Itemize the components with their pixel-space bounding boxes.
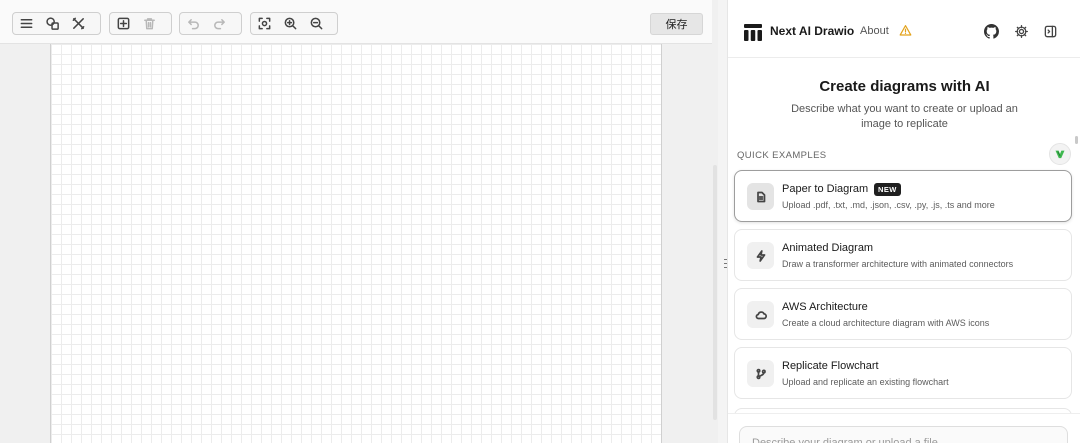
shapes-button[interactable]: [39, 13, 65, 34]
assistant-badge[interactable]: [1049, 143, 1071, 165]
app-title: Next AI Drawio: [770, 24, 855, 38]
fit-screen-icon: [258, 17, 270, 30]
redo-icon: [213, 19, 225, 30]
menu-button[interactable]: [13, 13, 39, 34]
panel-scrollbar[interactable]: [1075, 136, 1078, 144]
git-branch-icon: [755, 368, 766, 379]
zoom-in-button[interactable]: [277, 13, 303, 34]
zoom-out-button[interactable]: [303, 13, 329, 34]
example-card-animated-diagram[interactable]: Animated Diagram Draw a transformer arch…: [734, 229, 1072, 281]
check-badge-icon: [1055, 150, 1065, 159]
new-badge: NEW: [874, 183, 901, 196]
example-card-paper-to-diagram[interactable]: Paper to Diagram NEW Upload .pdf, .txt, …: [734, 170, 1072, 222]
warning-icon[interactable]: [899, 24, 912, 37]
card-description: Upload .pdf, .txt, .md, .json, .csv, .py…: [782, 200, 995, 210]
card-icon-container: [747, 183, 774, 210]
about-link[interactable]: About: [860, 25, 889, 37]
toolbar-group-zoom: [250, 12, 338, 35]
collapse-panel-button[interactable]: [1042, 23, 1058, 39]
save-button[interactable]: 保存: [650, 13, 703, 35]
logo-icon: [744, 24, 762, 41]
toolbar-group-edit: [109, 12, 172, 35]
plus-square-icon: [117, 17, 129, 30]
card-icon-container: [747, 301, 774, 328]
menu-icon: [20, 19, 32, 28]
github-button[interactable]: [983, 23, 999, 39]
panel-header: Next AI Drawio About: [728, 0, 1080, 58]
card-description: Create a cloud architecture diagram with…: [782, 318, 990, 328]
chat-input[interactable]: [739, 426, 1068, 443]
insert-button[interactable]: [110, 13, 136, 34]
card-title: Replicate Flowchart: [782, 360, 879, 372]
example-card-replicate-flowchart[interactable]: Replicate Flowchart Upload and replicate…: [734, 347, 1072, 399]
panel-resize-handle[interactable]: [718, 0, 727, 443]
editor-scrollbar-thumb[interactable]: [713, 165, 717, 420]
trash-icon: [143, 18, 155, 30]
toolbar-group-view: [12, 12, 101, 35]
example-card-aws-architecture[interactable]: AWS Architecture Create a cloud architec…: [734, 288, 1072, 340]
card-icon-container: [747, 242, 774, 269]
zoom-out-icon: [310, 17, 322, 30]
cloud-icon: [755, 310, 767, 319]
tools-icon: [72, 17, 84, 30]
gear-icon: [1014, 24, 1028, 38]
settings-button[interactable]: [1013, 23, 1029, 39]
github-icon: [983, 23, 999, 39]
panel-right-icon: [1044, 25, 1056, 37]
card-description: Upload and replicate an existing flowcha…: [782, 377, 949, 387]
hero-title: Create diagrams with AI: [819, 78, 990, 95]
editor-toolbar: 保存: [0, 0, 712, 44]
card-description: Draw a transformer architecture with ani…: [782, 259, 1014, 269]
card-icon-container: [747, 360, 774, 387]
fit-button[interactable]: [251, 13, 277, 34]
diagram-canvas[interactable]: [50, 44, 662, 443]
zoom-in-icon: [284, 17, 296, 30]
zap-icon: [756, 249, 765, 262]
redo-button[interactable]: [206, 13, 232, 34]
card-title: Paper to Diagram: [782, 183, 869, 195]
delete-button[interactable]: [136, 13, 162, 34]
card-title: AWS Architecture: [782, 301, 868, 313]
diagram-editor: 保存: [0, 0, 712, 443]
shapes-icon: [45, 17, 59, 30]
file-text-icon: [756, 191, 765, 202]
hero-description: Describe what you want to create or uplo…: [791, 103, 1018, 130]
section-label: QUICK EXAMPLES: [737, 150, 827, 161]
undo-button[interactable]: [180, 13, 206, 34]
undo-icon: [187, 19, 199, 30]
card-title: Animated Diagram: [782, 242, 874, 254]
chat-panel: Next AI Drawio About Create diagrams wit…: [727, 0, 1080, 443]
format-button[interactable]: [65, 13, 91, 34]
chat-composer: [728, 413, 1080, 443]
toolbar-group-history: [179, 12, 242, 35]
